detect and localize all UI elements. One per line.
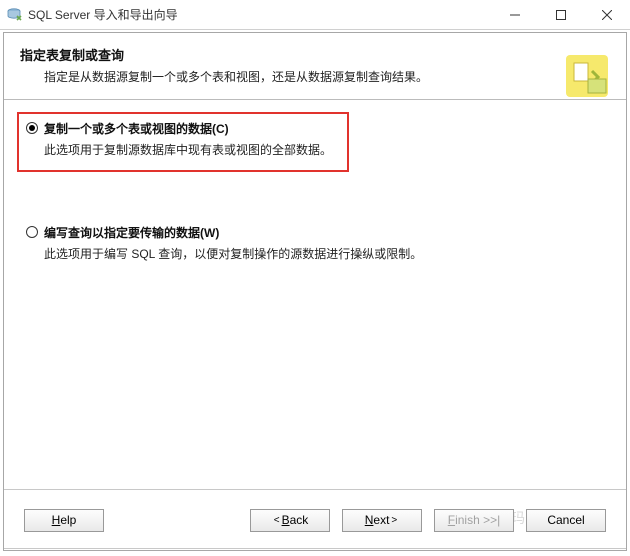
option-query-desc: 此选项用于编写 SQL 查询，以便对复制操作的源数据进行操纵或限制。 [44,245,606,262]
next-button[interactable]: Next > [342,509,422,532]
header-graphic [562,51,612,101]
app-icon [6,7,22,23]
option-write-query[interactable]: 编写查询以指定要传输的数据(W) 此选项用于编写 SQL 查询，以便对复制操作的… [24,224,606,262]
maximize-button[interactable] [538,0,584,29]
option-copy-tables[interactable]: 复制一个或多个表或视图的数据(C) 此选项用于复制源数据库中现有表或视图的全部数… [24,120,606,158]
help-button[interactable]: Help [24,509,104,532]
page-title: 指定表复制或查询 [20,45,610,64]
window-title: SQL Server 导入和导出向导 [28,6,492,23]
back-button[interactable]: <Back [250,509,330,532]
titlebar: SQL Server 导入和导出向导 [0,0,630,30]
option-copy-desc: 此选项用于复制源数据库中现有表或视图的全部数据。 [44,141,606,158]
close-button[interactable] [584,0,630,29]
cancel-button[interactable]: Cancel [526,509,606,532]
wizard-body: 复制一个或多个表或视图的数据(C) 此选项用于复制源数据库中现有表或视图的全部数… [4,100,626,478]
wizard-content: 指定表复制或查询 指定是从数据源复制一个或多个表和视图，还是从数据源复制查询结果… [3,32,627,551]
finish-button: Finish >>| [434,509,514,532]
button-bar: Help <Back Next > Finish >>| Cancel [4,490,626,550]
window-controls [492,0,630,29]
radio-write-query[interactable] [26,226,38,238]
minimize-button[interactable] [492,0,538,29]
option-copy-label: 复制一个或多个表或视图的数据(C) [44,120,229,137]
option-query-label: 编写查询以指定要传输的数据(W) [44,224,219,241]
page-description: 指定是从数据源复制一个或多个表和视图，还是从数据源复制查询结果。 [44,68,610,85]
wizard-header: 指定表复制或查询 指定是从数据源复制一个或多个表和视图，还是从数据源复制查询结果… [4,33,626,100]
radio-copy-tables[interactable] [26,122,38,134]
